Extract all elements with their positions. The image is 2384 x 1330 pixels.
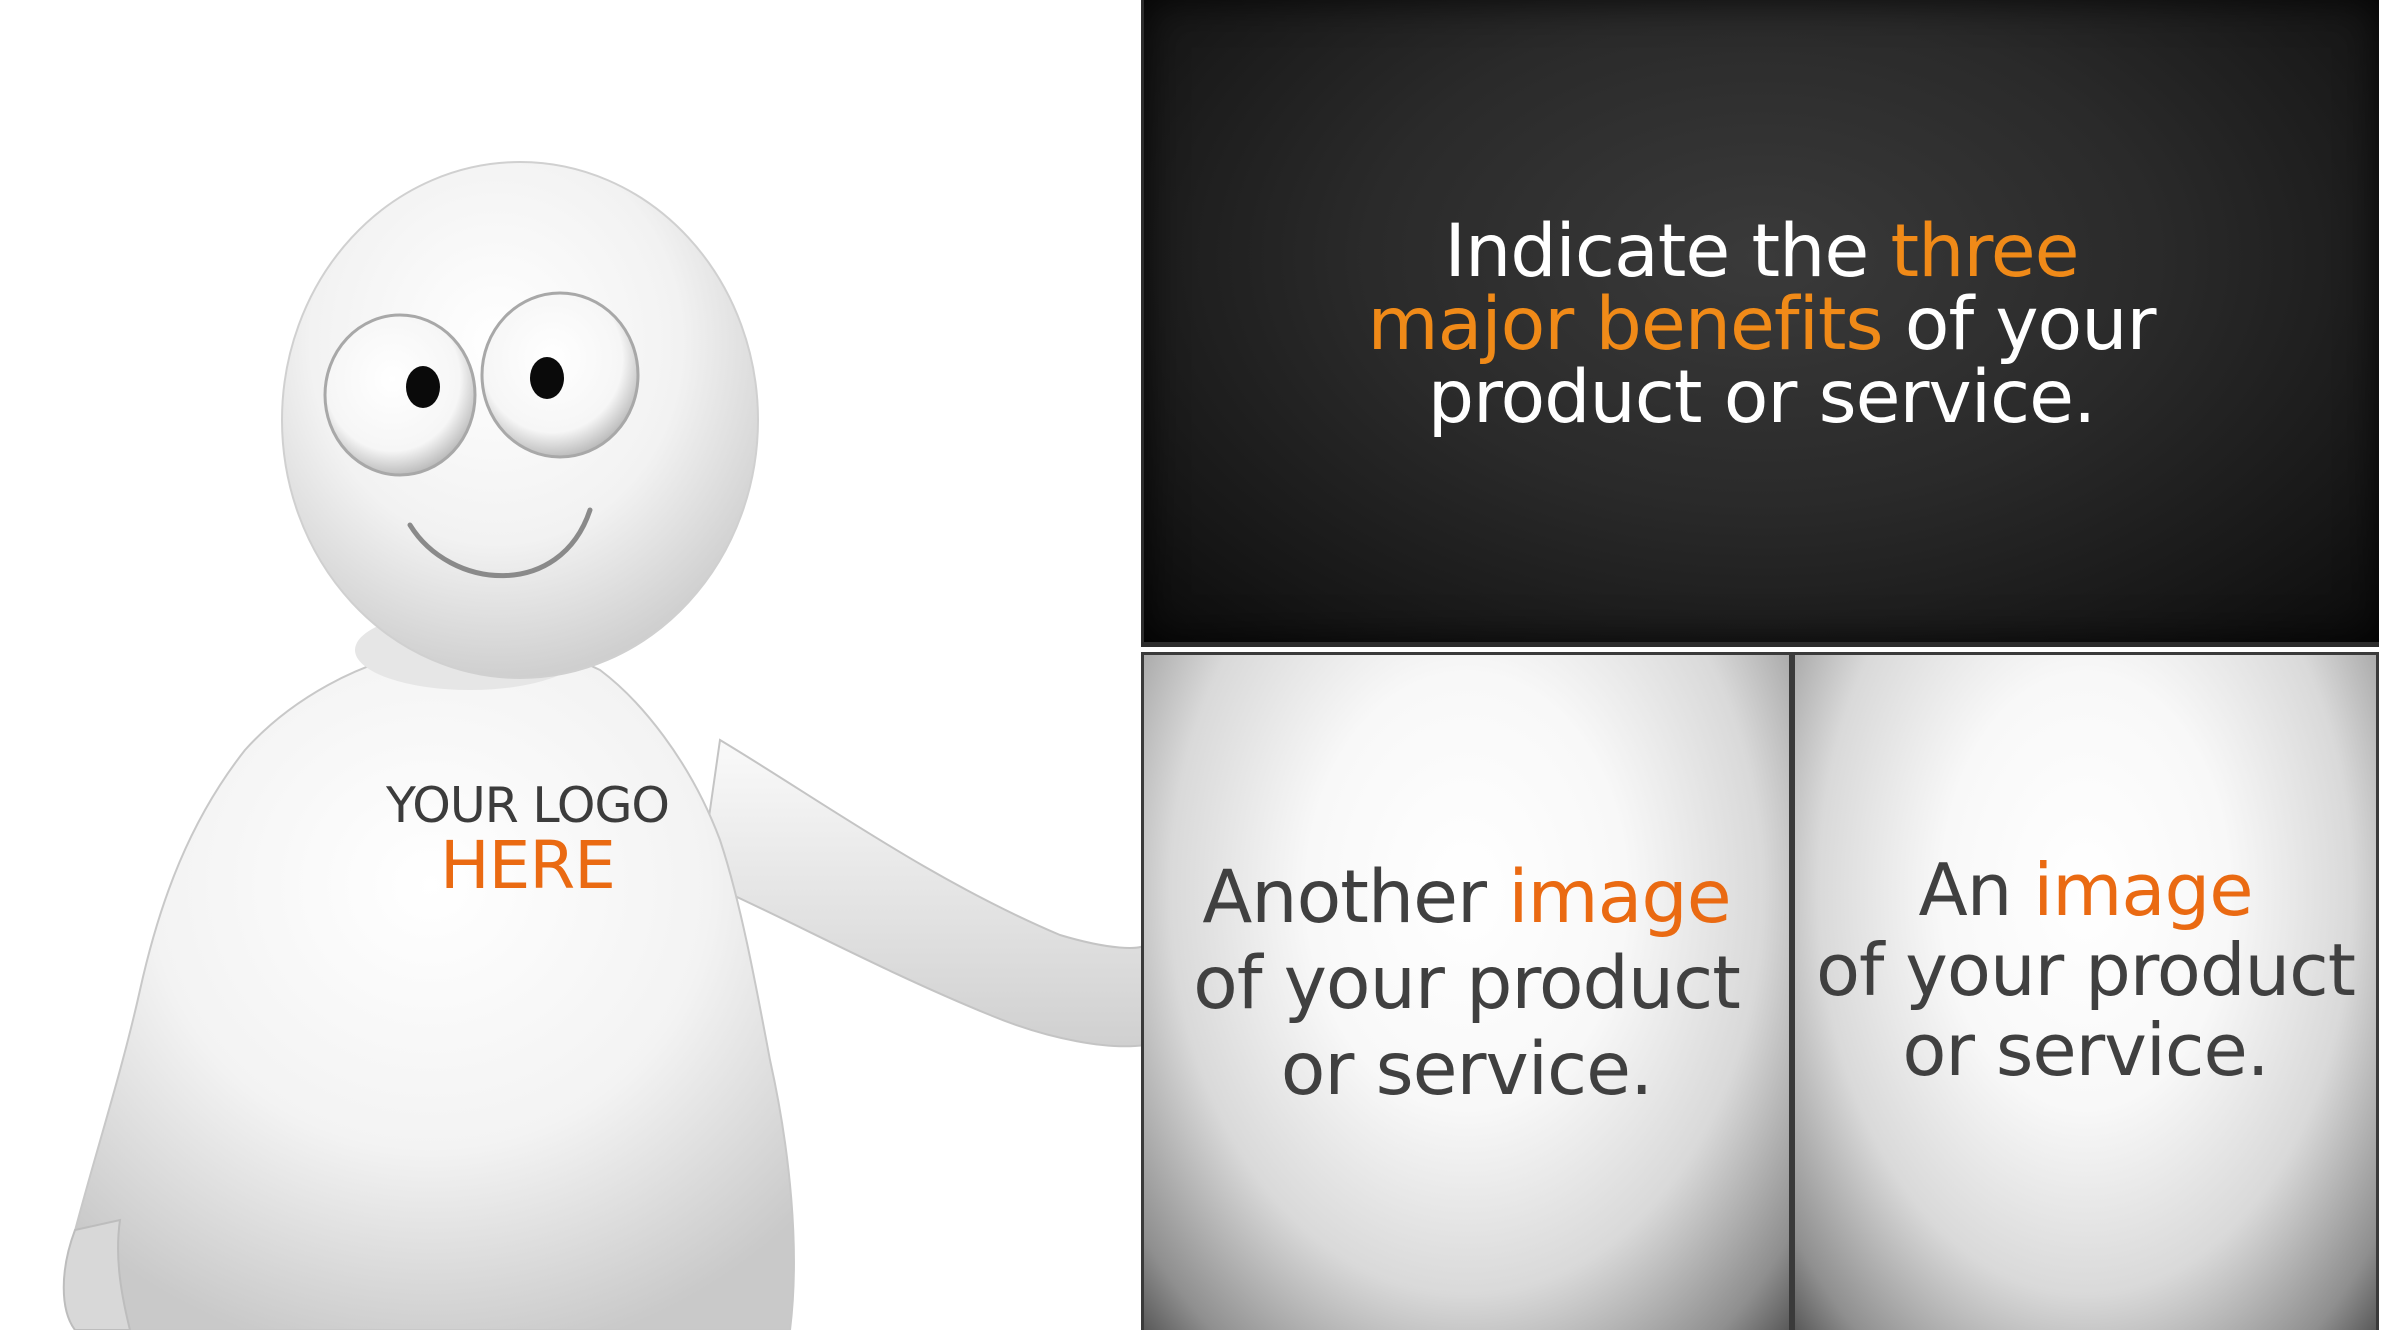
panel-right-line-1: An image (1918, 848, 2253, 932)
character-figure (62, 161, 1145, 1330)
image-panel-right: An image of your product or service. (1792, 652, 2379, 1330)
benefits-line-1: Indicate the three (1444, 209, 2079, 294)
panel-right-line-3: or service. (1902, 1008, 2269, 1092)
right-pupil (530, 357, 564, 399)
shirt-logo-placeholder: YOUR LOGO HERE (330, 780, 725, 901)
benefits-line-3: product or service. (1427, 355, 2097, 440)
cartoon-character: YOUR LOGO HERE (0, 0, 1145, 1330)
slide: YOUR LOGO HERE Indicate the three major … (0, 0, 2384, 1330)
logo-line-2: HERE (440, 827, 616, 905)
panel-left-line-2: of your product (1193, 941, 1741, 1026)
panel-right-text: An image of your product or service. (1795, 850, 2376, 1090)
left-pupil (406, 366, 440, 408)
panel-right-line-2: of your product (1816, 928, 2356, 1012)
benefits-panel: Indicate the three major benefits of you… (1141, 0, 2379, 647)
benefits-text: Indicate the three major benefits of you… (1144, 215, 2379, 434)
panel-left-line-3: or service. (1280, 1027, 1654, 1112)
right-arm (698, 738, 1145, 1048)
image-panel-left: Another image of your product or service… (1141, 652, 1792, 1330)
benefits-line-2: major benefits of your (1367, 282, 2157, 367)
left-eye (323, 313, 477, 477)
panel-left-line-1: Another image (1202, 855, 1731, 940)
logo-line-1: YOUR LOGO (386, 777, 670, 834)
panel-left-text: Another image of your product or service… (1144, 855, 1789, 1113)
torso (67, 645, 795, 1330)
panel-left-accent: image (1508, 855, 1731, 940)
panel-right-accent: image (2033, 848, 2253, 932)
